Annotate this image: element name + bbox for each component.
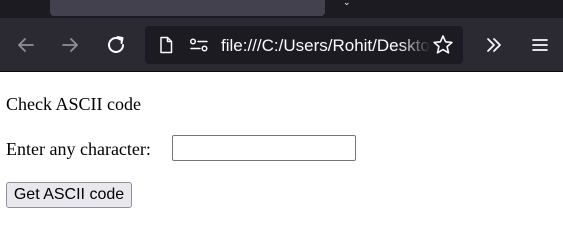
page-icon[interactable] <box>157 36 175 54</box>
forward-button[interactable] <box>55 30 85 60</box>
character-input-label: Enter any character: <box>6 139 151 159</box>
character-input[interactable] <box>172 135 356 161</box>
navigation-toolbar: file:///C:/Users/Rohit/Desktop/ascii.htm… <box>0 18 563 72</box>
get-ascii-code-button[interactable]: Get ASCII code <box>6 182 132 208</box>
browser-chrome: ⌄ file:///C:/Users/Rohit/De <box>0 0 563 72</box>
active-tab[interactable] <box>50 0 325 16</box>
overflow-menu-button[interactable] <box>481 32 507 58</box>
hamburger-menu-icon <box>532 39 548 51</box>
tab-strip: ⌄ <box>0 0 563 18</box>
double-chevron-right-icon <box>487 38 501 52</box>
url-fade <box>399 32 431 58</box>
url-text[interactable]: file:///C:/Users/Rohit/Desktop/ascii.htm… <box>221 35 429 57</box>
address-bar[interactable]: file:///C:/Users/Rohit/Desktop/ascii.htm… <box>145 26 463 64</box>
permissions-icon[interactable] <box>189 37 209 53</box>
app-menu-button[interactable] <box>527 32 553 58</box>
reload-button[interactable] <box>101 30 131 60</box>
arrow-right-icon <box>62 38 78 52</box>
page-heading: Check ASCII code <box>6 94 141 114</box>
chevron-down-icon[interactable]: ⌄ <box>343 0 353 8</box>
arrow-left-icon <box>18 38 34 52</box>
reload-icon <box>108 36 124 53</box>
star-icon[interactable] <box>432 34 454 56</box>
page-content: Check ASCII code Enter any character: Ge… <box>0 73 563 252</box>
back-button[interactable] <box>11 30 41 60</box>
